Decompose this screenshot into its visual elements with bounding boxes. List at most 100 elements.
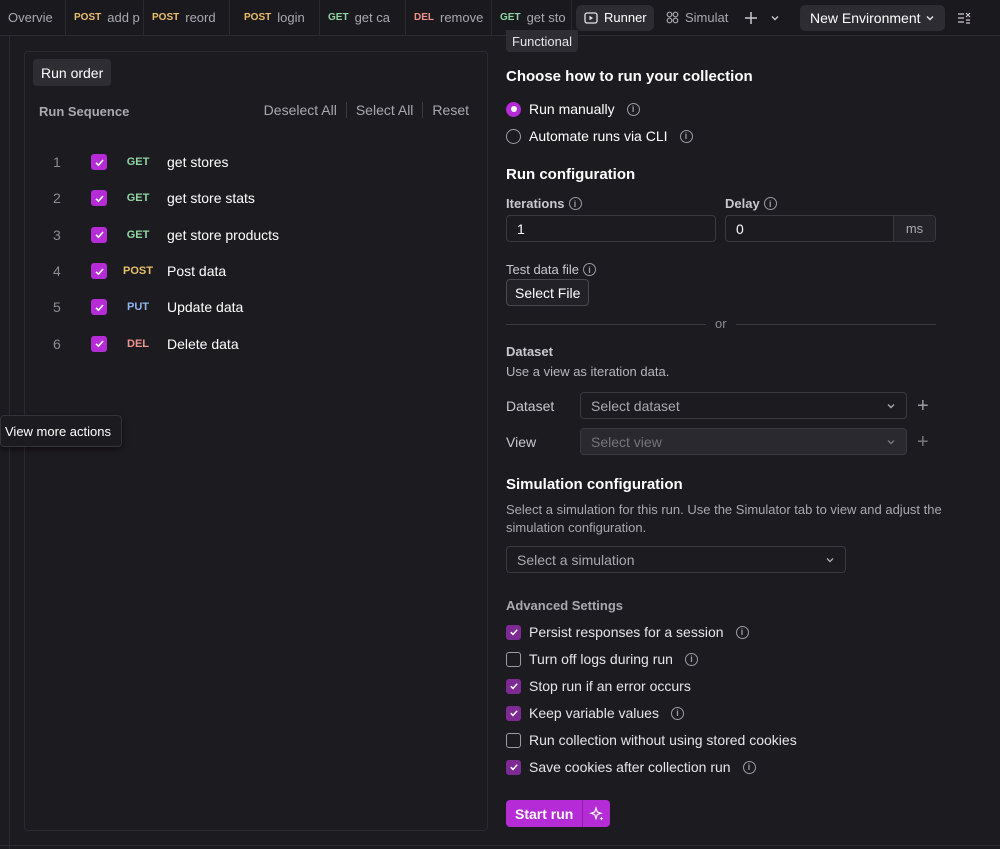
start-run-button[interactable]: Start run <box>506 800 610 827</box>
sparkle-icon[interactable] <box>582 800 610 827</box>
play-box-icon <box>584 11 598 24</box>
tab-label: reord <box>185 10 216 25</box>
start-run-label: Start run <box>515 805 574 822</box>
advanced-settings-heading: Advanced Settings <box>506 598 624 613</box>
or-separator: or <box>715 316 727 331</box>
request-checkbox[interactable] <box>91 263 107 280</box>
chevron-down-icon[interactable] <box>770 13 780 23</box>
delay-value: 0 <box>736 220 744 237</box>
no-stored-cookies-option[interactable]: Run collection without using stored cook… <box>506 732 797 748</box>
check-icon <box>94 159 104 167</box>
delay-input[interactable]: 0 ms <box>725 215 936 242</box>
iterations-input[interactable]: 1 <box>506 215 716 242</box>
divider <box>506 324 706 325</box>
run-order-tab[interactable]: Run order <box>33 59 112 86</box>
checkbox[interactable] <box>506 759 521 775</box>
dataset-select[interactable]: Select dataset <box>580 392 907 419</box>
checkbox[interactable] <box>506 705 521 721</box>
info-icon[interactable]: i <box>684 652 698 666</box>
request-method: DEL <box>127 337 149 350</box>
request-name: Post data <box>167 263 227 280</box>
tab-label: login <box>277 10 305 25</box>
reset-button[interactable]: Reset <box>432 102 469 118</box>
tab-label: Overvie <box>8 10 53 25</box>
tab-get-cart[interactable]: GET get ca <box>320 0 406 36</box>
deselect-all-button[interactable]: Deselect All <box>264 102 337 118</box>
tab-label: get sto <box>526 10 566 25</box>
tab-method: DEL <box>414 12 434 23</box>
run-manually-radio[interactable] <box>506 101 521 117</box>
info-icon[interactable]: i <box>679 129 693 143</box>
check-icon <box>94 304 104 312</box>
request-row[interactable]: 4 POST Post data <box>25 253 487 289</box>
chevron-down-icon <box>887 439 895 444</box>
simulation-select[interactable]: Select a simulation <box>506 546 846 573</box>
request-checkbox[interactable] <box>91 299 107 316</box>
select-file-button[interactable]: Select File <box>506 279 590 306</box>
request-number: 5 <box>53 299 61 316</box>
tab-method: POST <box>152 12 180 23</box>
add-dataset-plus-icon[interactable]: + <box>917 396 929 416</box>
request-row[interactable]: 2 GET get store stats <box>25 180 487 216</box>
environment-selector[interactable]: New Environment <box>800 4 945 31</box>
request-name: get store stats <box>167 190 255 207</box>
turn-off-logs-option[interactable]: Turn off logs during run i <box>506 651 698 667</box>
persist-responses-option[interactable]: Persist responses for a session i <box>506 624 749 640</box>
functional-tab[interactable]: Functional <box>506 30 578 52</box>
checkbox[interactable] <box>506 651 521 667</box>
plus-icon[interactable] <box>744 11 758 25</box>
chevron-down-icon <box>887 403 895 408</box>
checkbox[interactable] <box>506 732 521 748</box>
automate-cli-option[interactable]: Automate runs via CLI i <box>506 128 693 144</box>
request-checkbox[interactable] <box>91 190 107 207</box>
tab-add-product[interactable]: POST add p <box>66 0 144 36</box>
info-icon[interactable]: i <box>670 706 684 720</box>
request-checkbox[interactable] <box>91 226 107 243</box>
tab-simulator[interactable]: Simulat <box>658 0 734 36</box>
select-all-button[interactable]: Select All <box>356 102 414 118</box>
request-row[interactable]: 6 DEL Delete data <box>25 325 487 361</box>
environment-label: New Environment <box>810 9 921 26</box>
info-icon[interactable]: i <box>626 102 640 116</box>
view-select[interactable]: Select view <box>580 428 907 455</box>
request-checkbox[interactable] <box>91 335 107 352</box>
request-number: 3 <box>53 226 61 243</box>
tab-method: GET <box>328 12 349 23</box>
info-icon[interactable]: i <box>742 760 756 774</box>
check-icon <box>94 195 104 203</box>
tab-login[interactable]: POST login <box>230 0 320 36</box>
request-number: 6 <box>53 335 61 352</box>
environment-quick-look-icon[interactable] <box>951 5 977 31</box>
tab-overview[interactable]: Overvie <box>0 0 66 36</box>
request-row[interactable]: 1 GET get stores <box>25 144 487 180</box>
add-view-plus-icon[interactable]: + <box>917 432 929 452</box>
dataset-description: Use a view as iteration data. <box>506 364 670 379</box>
checkbox[interactable] <box>506 624 521 640</box>
iterations-value: 1 <box>517 220 525 237</box>
tab-remove[interactable]: DEL remove <box>406 0 492 36</box>
request-row[interactable]: 3 GET get store products <box>25 217 487 253</box>
run-configuration-heading: Run configuration <box>506 166 636 183</box>
tab-reorder[interactable]: POST reord <box>144 0 230 36</box>
tab-bar: Overvie POST add p POST reord POST login… <box>0 0 1000 36</box>
stop-on-error-option[interactable]: Stop run if an error occurs <box>506 678 691 694</box>
delay-unit: ms <box>893 216 935 241</box>
info-icon[interactable]: i <box>568 197 582 210</box>
test-data-file-label: Test data file i <box>506 262 596 277</box>
check-icon <box>509 683 518 690</box>
request-row[interactable]: 5 PUT Update data <box>25 289 487 325</box>
save-cookies-option[interactable]: Save cookies after collection run i <box>506 759 756 775</box>
info-icon[interactable]: i <box>735 625 749 639</box>
tab-runner[interactable]: Runner <box>576 4 654 31</box>
option-label: Persist responses for a session <box>529 624 724 640</box>
info-icon[interactable]: i <box>583 263 596 276</box>
run-sequence-label: Run Sequence <box>39 104 130 119</box>
check-icon <box>94 340 104 348</box>
info-icon[interactable]: i <box>763 197 777 210</box>
automate-cli-radio[interactable] <box>506 128 521 144</box>
bottom-divider <box>0 845 1000 846</box>
request-checkbox[interactable] <box>91 154 107 171</box>
keep-variable-values-option[interactable]: Keep variable values i <box>506 705 684 721</box>
checkbox[interactable] <box>506 678 521 694</box>
run-manually-option[interactable]: Run manually i <box>506 101 640 117</box>
